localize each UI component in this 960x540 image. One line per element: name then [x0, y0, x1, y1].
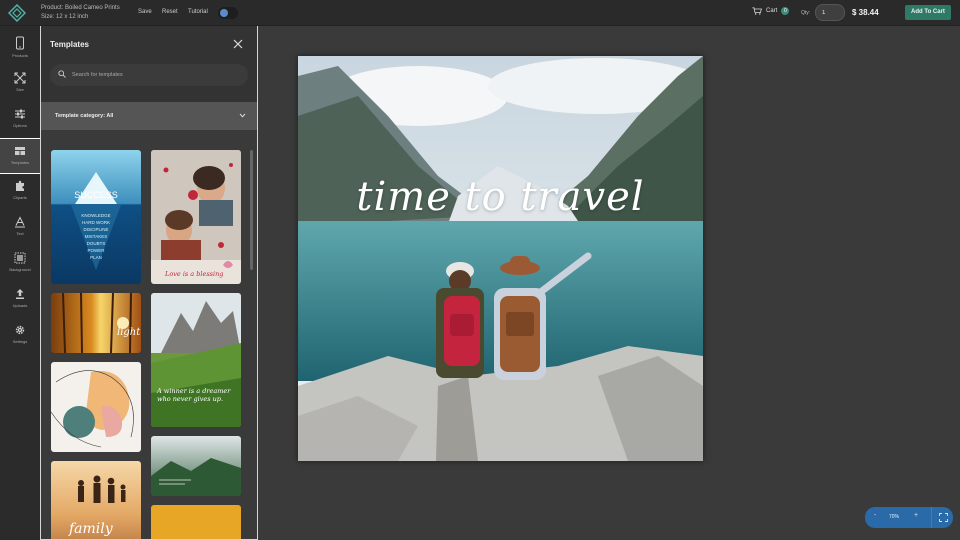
design-canvas[interactable]: time to travel — [298, 56, 703, 461]
cart-icon — [752, 7, 762, 15]
left-sidebar: Products Size Options Templates Cliparts… — [0, 26, 40, 540]
sidebar-item-label: Products — [12, 53, 28, 58]
panel-header: Templates — [41, 26, 257, 102]
sidebar-item-text[interactable]: Text — [0, 210, 40, 246]
sidebar-item-label: Templates — [10, 160, 30, 165]
templates-panel: Templates Template category: All SUCCESS… — [40, 26, 258, 540]
travel-photo — [298, 56, 703, 461]
forest-photo — [62, 293, 132, 353]
sidebar-item-label: Uploads — [12, 303, 28, 308]
cart-button[interactable]: Cart 0 — [752, 7, 790, 15]
template-category-label: Template category: All — [55, 113, 114, 119]
panel-scrollbar[interactable] — [250, 150, 253, 270]
sidebar-item-label: Background — [9, 267, 31, 272]
product-info: Product: Boiled Cameo Prints Size: 12 x … — [41, 4, 120, 22]
gear-icon — [15, 325, 25, 335]
sidebar-item-size[interactable]: Size — [0, 66, 40, 102]
template-line: DOUBTS — [86, 241, 106, 246]
template-card-forest[interactable] — [151, 436, 241, 496]
template-line: DISCIPLINE — [83, 227, 109, 232]
template-caption: A winner is a dreamer who never gives up… — [157, 387, 231, 403]
upload-icon — [16, 289, 24, 299]
tutorial-button[interactable]: Tutorial — [188, 9, 208, 15]
template-caption: SUCCESS — [74, 190, 118, 200]
reset-button[interactable]: Reset — [162, 9, 178, 15]
zoom-out-button[interactable]: - — [874, 512, 876, 519]
template-caption: family — [69, 521, 113, 537]
sidebar-item-templates[interactable]: Templates — [0, 138, 40, 174]
template-card-success[interactable]: SUCCESS KNOWLEDGE HARD WORK DISCIPLINE M… — [51, 150, 141, 284]
save-button[interactable]: Save — [138, 9, 152, 15]
sidebar-item-uploads[interactable]: Uploads — [0, 282, 40, 318]
zoom-level: 70% — [889, 514, 900, 520]
template-card-yellow[interactable] — [151, 505, 241, 539]
price: $ 38.44 — [852, 8, 879, 17]
sidebar-item-label: Settings — [12, 339, 28, 344]
quantity-label: Qty: — [801, 10, 811, 16]
product-size: Size: 12 x 12 inch — [41, 14, 89, 20]
template-card-abstract[interactable] — [51, 362, 141, 452]
template-line: POWER — [87, 248, 105, 253]
sidebar-item-label: Text — [16, 231, 24, 236]
sidebar-item-options[interactable]: Options — [0, 102, 40, 138]
template-line: HARD WORK — [82, 220, 110, 225]
template-lines: KNOWLEDGE HARD WORK DISCIPLINE MISTAKES … — [51, 212, 141, 261]
template-card-light[interactable]: light — [51, 293, 141, 353]
template-category-dropdown[interactable]: Template category: All — [41, 102, 257, 130]
templates-icon — [15, 147, 25, 155]
phone-icon — [16, 36, 24, 50]
chevron-down-icon — [239, 113, 246, 118]
sliders-icon — [15, 109, 25, 119]
sidebar-item-settings[interactable]: Settings — [0, 318, 40, 354]
misty-forest-photo — [151, 458, 241, 496]
template-search — [50, 64, 248, 86]
sidebar-item-products[interactable]: Products — [0, 30, 40, 66]
puzzle-icon — [16, 180, 24, 191]
logo-icon[interactable] — [8, 4, 26, 22]
top-bar: Product: Boiled Cameo Prints Size: 12 x … — [0, 0, 960, 26]
resize-icon — [14, 72, 26, 84]
mountain-photo — [151, 293, 241, 427]
sidebar-item-label: Options — [13, 123, 27, 128]
template-card-love[interactable]: Love is a blessing — [151, 150, 241, 284]
template-caption: Love is a blessing — [165, 270, 224, 278]
sidebar-item-cliparts[interactable]: Cliparts — [0, 174, 40, 210]
template-card-dreamer[interactable]: A winner is a dreamer who never gives up… — [151, 293, 241, 427]
template-line: PLAN — [90, 255, 102, 260]
search-icon — [58, 70, 66, 78]
fullscreen-icon — [939, 513, 948, 522]
template-grid: SUCCESS KNOWLEDGE HARD WORK DISCIPLINE M… — [41, 130, 257, 539]
template-caption: light — [117, 327, 141, 338]
template-line: MISTAKES — [84, 234, 108, 239]
sidebar-item-background[interactable]: Background — [0, 246, 40, 282]
add-to-cart-button[interactable]: Add To Cart — [905, 5, 951, 20]
background-icon — [14, 252, 26, 264]
toggle-knob — [220, 9, 228, 17]
template-card-family[interactable]: family — [51, 461, 141, 539]
search-input[interactable] — [72, 67, 242, 83]
theme-toggle[interactable] — [218, 7, 238, 19]
panel-title: Templates — [50, 40, 89, 49]
zoom-controls: - 70% + — [865, 507, 953, 528]
product-name: Product: Boiled Cameo Prints — [41, 5, 120, 11]
fullscreen-button[interactable] — [931, 507, 953, 528]
quantity-input[interactable] — [815, 4, 845, 21]
abstract-shapes — [51, 370, 134, 448]
cart-count-badge: 0 — [781, 7, 790, 15]
zoom-in-button[interactable]: + — [914, 512, 918, 519]
couple-photo — [151, 150, 241, 268]
canvas-headline[interactable]: time to travel — [298, 174, 703, 220]
close-icon[interactable] — [232, 38, 244, 50]
sidebar-item-label: Cliparts — [13, 195, 27, 200]
sidebar-item-label: Size — [16, 87, 24, 92]
template-line: KNOWLEDGE — [81, 213, 111, 218]
text-icon — [15, 216, 25, 228]
cart-label: Cart — [766, 8, 778, 14]
